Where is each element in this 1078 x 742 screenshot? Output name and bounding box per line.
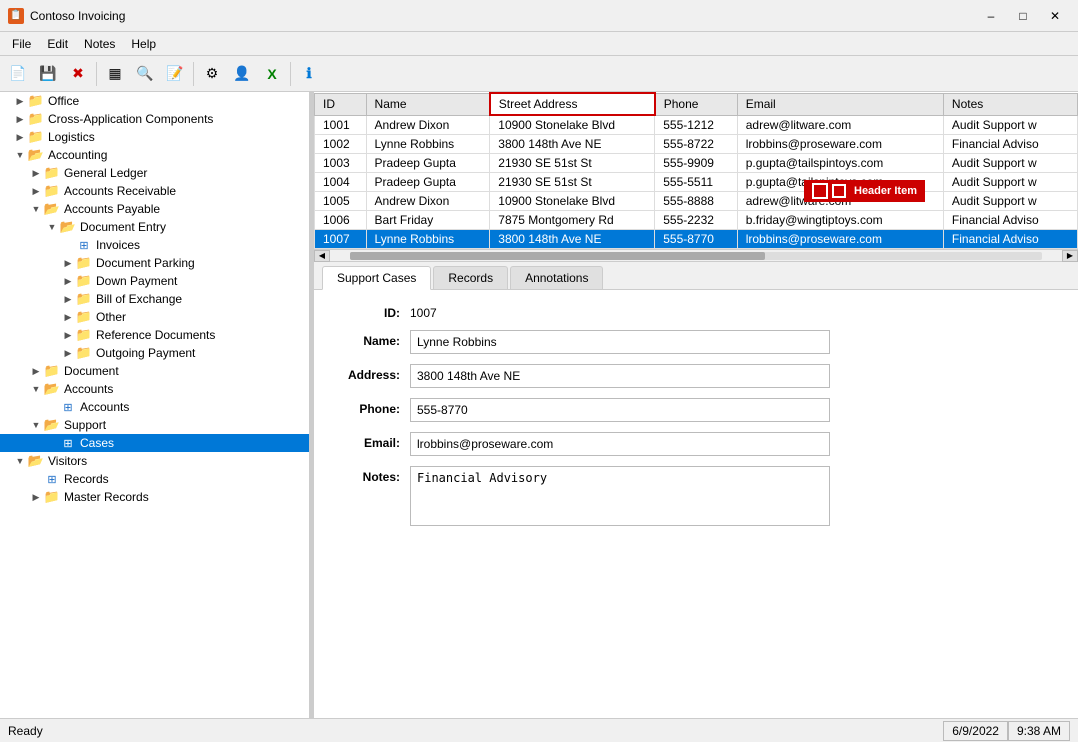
form-row-notes: Notes: Financial Advisory [330, 466, 1062, 529]
sidebar-item-master-records[interactable]: ▶ 📁 Master Records [0, 488, 309, 506]
app-icon [8, 8, 24, 24]
menu-file[interactable]: File [4, 35, 39, 53]
menu-notes[interactable]: Notes [76, 35, 123, 53]
id-value: 1007 [410, 302, 1062, 320]
tabs-bar: Support Cases Records Annotations [314, 262, 1078, 290]
info-button[interactable]: ℹ [295, 60, 323, 88]
detail-form: ID: 1007 Name: Address: Phone: [314, 290, 1078, 718]
form-row-id: ID: 1007 [330, 302, 1062, 320]
notes-textarea[interactable]: Financial Advisory [410, 466, 830, 526]
title-bar: Contoso Invoicing – □ ✕ [0, 0, 1078, 32]
new-button[interactable]: 📄 [4, 60, 32, 88]
search-button[interactable]: 🔍 [131, 60, 159, 88]
address-label: Address: [330, 364, 410, 382]
sidebar-item-other[interactable]: ▶ 📁 Other [0, 308, 309, 326]
notes-label: Notes: [330, 466, 410, 484]
sidebar-item-document[interactable]: ▶ 📁 Document [0, 362, 309, 380]
table-row[interactable]: 1005Andrew Dixon10900 Stonelake Blvd555-… [315, 192, 1078, 211]
horizontal-scrollbar[interactable]: ◀ ▶ [314, 249, 1078, 261]
scroll-thumb[interactable] [350, 252, 765, 260]
table-row[interactable]: 1003Pradeep Gupta21930 SE 51st St555-990… [315, 154, 1078, 173]
col-header-email[interactable]: Email [737, 93, 943, 115]
table-row[interactable]: 1002Lynne Robbins3800 148th Ave NE555-87… [315, 135, 1078, 154]
status-bar: Ready 6/9/2022 9:38 AM [0, 718, 1078, 742]
status-time: 9:38 AM [1008, 721, 1070, 741]
name-input[interactable] [410, 330, 830, 354]
email-input[interactable] [410, 432, 830, 456]
sidebar-item-records[interactable]: ⊞ Records [0, 470, 309, 488]
sidebar-item-support[interactable]: ▼ 📂 Support [0, 416, 309, 434]
address-input[interactable] [410, 364, 830, 388]
sidebar-item-accounts-receivable[interactable]: ▶ 📁 Accounts Receivable [0, 182, 309, 200]
sidebar-item-accounts-table[interactable]: ⊞ Accounts [0, 398, 309, 416]
toolbar: 📄 💾 ✖ ▦ 🔍 📝 ⚙ 👤 X ℹ [0, 56, 1078, 92]
sidebar-item-cross-app[interactable]: ▶ 📁 Cross-Application Components [0, 110, 309, 128]
users-button[interactable]: 👤 [228, 60, 256, 88]
tab-support-cases[interactable]: Support Cases [322, 266, 431, 290]
close-button[interactable]: ✕ [1040, 6, 1070, 26]
sidebar-item-accounts-payable[interactable]: ▼ 📂 Accounts Payable [0, 200, 309, 218]
menu-edit[interactable]: Edit [39, 35, 76, 53]
settings-button[interactable]: ⚙ [198, 60, 226, 88]
delete-button[interactable]: ✖ [64, 60, 92, 88]
note-button[interactable]: 📝 [161, 60, 189, 88]
tab-records[interactable]: Records [433, 266, 508, 289]
id-label: ID: [330, 302, 410, 320]
sidebar-item-visitors[interactable]: ▼ 📂 Visitors [0, 452, 309, 470]
save-button[interactable]: 💾 [34, 60, 62, 88]
status-text: Ready [8, 724, 43, 738]
sidebar: ▶ 📁 Office ▶ 📁 Cross-Application Compone… [0, 92, 310, 718]
data-grid: ID Name Street Address Phone Email Notes… [314, 92, 1078, 249]
scroll-right[interactable]: ▶ [1062, 250, 1078, 262]
excel-button[interactable]: X [258, 60, 286, 88]
sidebar-item-reference-documents[interactable]: ▶ 📁 Reference Documents [0, 326, 309, 344]
sidebar-item-document-entry[interactable]: ▼ 📂 Document Entry [0, 218, 309, 236]
app-title: Contoso Invoicing [30, 9, 125, 23]
sidebar-item-accounting[interactable]: ▼ 📂 Accounting [0, 146, 309, 164]
table-row[interactable]: 1004Pradeep Gupta21930 SE 51st St555-551… [315, 173, 1078, 192]
sidebar-item-logistics[interactable]: ▶ 📁 Logistics [0, 128, 309, 146]
col-header-name[interactable]: Name [366, 93, 490, 115]
sidebar-item-document-parking[interactable]: ▶ 📁 Document Parking [0, 254, 309, 272]
header-item-icon [832, 184, 846, 198]
form-row-email: Email: [330, 432, 1062, 456]
tab-annotations[interactable]: Annotations [510, 266, 603, 289]
sidebar-item-cases[interactable]: ⊞ Cases [0, 434, 309, 452]
menu-help[interactable]: Help [123, 35, 164, 53]
minimize-button[interactable]: – [976, 6, 1006, 26]
sidebar-item-outgoing-payment[interactable]: ▶ 📁 Outgoing Payment [0, 344, 309, 362]
col-header-phone[interactable]: Phone [655, 93, 737, 115]
col-header-id[interactable]: ID [315, 93, 367, 115]
sidebar-item-down-payment[interactable]: ▶ 📁 Down Payment [0, 272, 309, 290]
sidebar-item-accounts[interactable]: ▼ 📂 Accounts [0, 380, 309, 398]
form-row-name: Name: [330, 330, 1062, 354]
sidebar-item-general-ledger[interactable]: ▶ 📁 General Ledger [0, 164, 309, 182]
content-area: Header Item ID Name Street Address Phone… [314, 92, 1078, 718]
email-label: Email: [330, 432, 410, 450]
form-row-phone: Phone: [330, 398, 1062, 422]
maximize-button[interactable]: □ [1008, 6, 1038, 26]
grid-button[interactable]: ▦ [101, 60, 129, 88]
name-label: Name: [330, 330, 410, 348]
header-item-label: Header Item [854, 185, 917, 197]
col-header-address[interactable]: Street Address [490, 93, 655, 115]
table-row-selected[interactable]: 1007Lynne Robbins3800 148th Ave NE555-87… [315, 230, 1078, 249]
table-row[interactable]: 1006Bart Friday7875 Montgomery Rd555-223… [315, 211, 1078, 230]
header-item-tooltip: Header Item [804, 180, 925, 202]
col-header-notes[interactable]: Notes [943, 93, 1077, 115]
grid-container: Header Item ID Name Street Address Phone… [314, 92, 1078, 262]
scroll-left[interactable]: ◀ [314, 250, 330, 262]
sidebar-item-office[interactable]: ▶ 📁 Office [0, 92, 309, 110]
menu-bar: File Edit Notes Help [0, 32, 1078, 56]
table-row[interactable]: 1001Andrew Dixon10900 Stonelake Blvd555-… [315, 115, 1078, 135]
phone-input[interactable] [410, 398, 830, 422]
form-row-address: Address: [330, 364, 1062, 388]
sidebar-item-bill-of-exchange[interactable]: ▶ 📁 Bill of Exchange [0, 290, 309, 308]
status-date: 6/9/2022 [943, 721, 1008, 741]
sidebar-item-invoices[interactable]: ⊞ Invoices [0, 236, 309, 254]
phone-label: Phone: [330, 398, 410, 416]
scroll-track[interactable] [350, 252, 1042, 260]
